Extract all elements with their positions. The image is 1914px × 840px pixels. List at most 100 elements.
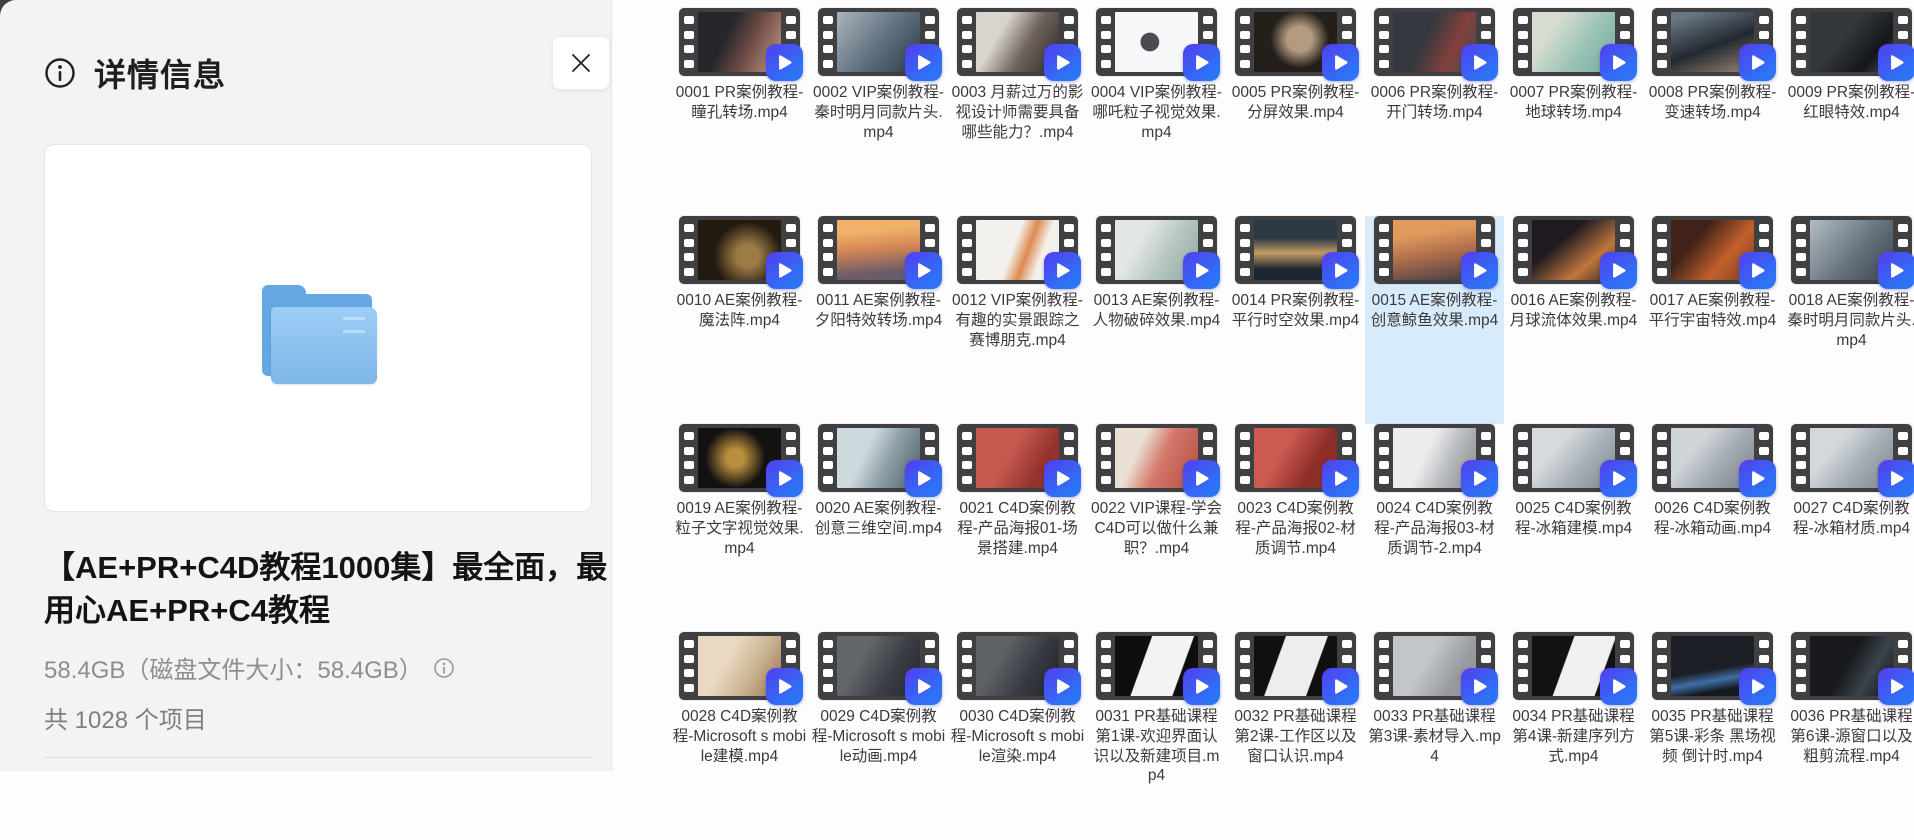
video-item[interactable]: 0012 VIP案例教程-有趣的实景跟踪之赛博朋克.mp4 — [948, 216, 1087, 424]
video-filename: 0017 AE案例教程-平行宇宙特效.mp4 — [1646, 291, 1780, 331]
video-item[interactable]: 0030 C4D案例教程-Microsoft s mobile渲染.mp4 — [948, 632, 1087, 840]
play-badge-icon[interactable] — [1878, 252, 1914, 289]
video-item[interactable]: 0009 PR案例教程-红眼特效.mp4 — [1782, 8, 1914, 216]
video-item[interactable]: 0021 C4D案例教程-产品海报01-场景搭建.mp4 — [948, 424, 1087, 632]
filmstrip-holes-left — [1513, 424, 1532, 492]
video-filename: 0009 PR案例教程-红眼特效.mp4 — [1785, 83, 1914, 123]
filmstrip-holes-left — [1652, 216, 1671, 284]
video-item[interactable]: 0035 PR基础课程第5课-彩条 黑场视频 倒计时.mp4 — [1643, 632, 1782, 840]
play-badge-icon[interactable] — [1044, 252, 1081, 289]
x-icon — [569, 51, 593, 75]
video-item[interactable]: 0026 C4D案例教程-冰箱动画.mp4 — [1643, 424, 1782, 632]
play-badge-icon[interactable] — [1878, 44, 1914, 81]
size-info-icon[interactable] — [433, 657, 455, 679]
play-badge-icon[interactable] — [905, 252, 942, 289]
video-item[interactable]: 0003 月薪过万的影视设计师需要具备哪些能力？.mp4 — [948, 8, 1087, 216]
play-badge-icon[interactable] — [1878, 668, 1914, 705]
play-badge-icon[interactable] — [1044, 668, 1081, 705]
video-item[interactable]: 0002 VIP案例教程-秦时明月同款片头.mp4 — [809, 8, 948, 216]
play-badge-icon[interactable] — [1600, 668, 1637, 705]
play-badge-icon[interactable] — [1739, 460, 1776, 497]
video-item[interactable]: 0027 C4D案例教程-冰箱材质.mp4 — [1782, 424, 1914, 632]
play-badge-icon[interactable] — [766, 668, 803, 705]
video-item[interactable]: 0032 PR基础课程第2课-工作区以及窗口认识.mp4 — [1226, 632, 1365, 840]
video-item[interactable]: 0020 AE案例教程-创意三维空间.mp4 — [809, 424, 948, 632]
filmstrip-holes-left — [957, 632, 976, 700]
video-item[interactable]: 0018 AE案例教程-秦时明月同款片头.mp4 — [1782, 216, 1914, 424]
play-badge-icon[interactable] — [905, 460, 942, 497]
play-badge-icon[interactable] — [1183, 460, 1220, 497]
play-badge-icon[interactable] — [766, 252, 803, 289]
play-badge-icon[interactable] — [1322, 460, 1359, 497]
video-thumbnail — [957, 632, 1078, 700]
video-item[interactable]: 0019 AE案例教程-粒子文字视觉效果.mp4 — [670, 424, 809, 632]
video-thumbnail — [1235, 424, 1356, 492]
video-item[interactable]: 0025 C4D案例教程-冰箱建模.mp4 — [1504, 424, 1643, 632]
play-badge-icon[interactable] — [1044, 460, 1081, 497]
filmstrip-holes-left — [818, 216, 837, 284]
video-item[interactable]: 0023 C4D案例教程-产品海报02-材质调节.mp4 — [1226, 424, 1365, 632]
play-badge-icon[interactable] — [1183, 44, 1220, 81]
filmstrip-holes-left — [679, 424, 698, 492]
video-item[interactable]: 0005 PR案例教程-分屏效果.mp4 — [1226, 8, 1365, 216]
video-thumbnail — [1096, 632, 1217, 700]
video-item[interactable]: 0029 C4D案例教程-Microsoft s mobile动画.mp4 — [809, 632, 948, 840]
play-badge-icon[interactable] — [1461, 252, 1498, 289]
video-item[interactable]: 0014 PR案例教程-平行时空效果.mp4 — [1226, 216, 1365, 424]
video-thumbnail — [1652, 8, 1773, 76]
video-item[interactable]: 0007 PR案例教程-地球转场.mp4 — [1504, 8, 1643, 216]
video-thumbnail — [1235, 8, 1356, 76]
play-badge-icon[interactable] — [905, 668, 942, 705]
video-item[interactable]: 0016 AE案例教程-月球流体效果.mp4 — [1504, 216, 1643, 424]
play-badge-icon[interactable] — [1461, 44, 1498, 81]
video-item[interactable]: 0017 AE案例教程-平行宇宙特效.mp4 — [1643, 216, 1782, 424]
video-item[interactable]: 0033 PR基础课程第3课-素材导入.mp4 — [1365, 632, 1504, 840]
play-badge-icon[interactable] — [1461, 460, 1498, 497]
video-item[interactable]: 0028 C4D案例教程-Microsoft s mobile建模.mp4 — [670, 632, 809, 840]
video-item[interactable]: 0010 AE案例教程-魔法阵.mp4 — [670, 216, 809, 424]
video-item[interactable]: 0011 AE案例教程-夕阳特效转场.mp4 — [809, 216, 948, 424]
play-badge-icon[interactable] — [1739, 668, 1776, 705]
play-badge-icon[interactable] — [1322, 668, 1359, 705]
details-panel: 详情信息 【AE+PR+C4D教程1000集】最全面，最用心AE+PR+C4教程… — [0, 0, 612, 771]
play-badge-icon[interactable] — [1600, 460, 1637, 497]
play-badge-icon[interactable] — [1461, 668, 1498, 705]
video-item[interactable]: 0013 AE案例教程-人物破碎效果.mp4 — [1087, 216, 1226, 424]
play-badge-icon[interactable] — [766, 44, 803, 81]
video-item[interactable]: 0034 PR基础课程第4课-新建序列方式.mp4 — [1504, 632, 1643, 840]
play-badge-icon[interactable] — [1739, 252, 1776, 289]
video-item[interactable]: 0015 AE案例教程-创意鲸鱼效果.mp4 — [1365, 216, 1504, 424]
video-item[interactable]: 0024 C4D案例教程-产品海报03-材质调节-2.mp4 — [1365, 424, 1504, 632]
play-badge-icon[interactable] — [1878, 460, 1914, 497]
play-badge-icon[interactable] — [1322, 252, 1359, 289]
video-thumbnail — [1513, 424, 1634, 492]
video-item[interactable]: 0022 VIP课程-学会C4D可以做什么兼职？.mp4 — [1087, 424, 1226, 632]
video-thumbnail — [1235, 216, 1356, 284]
video-filename: 0008 PR案例教程-变速转场.mp4 — [1646, 83, 1780, 123]
play-badge-icon[interactable] — [1183, 252, 1220, 289]
video-filename: 0005 PR案例教程-分屏效果.mp4 — [1229, 83, 1363, 123]
video-item[interactable]: 0036 PR基础课程第6课-源窗口以及粗剪流程.mp4 — [1782, 632, 1914, 840]
play-badge-icon[interactable] — [766, 460, 803, 497]
video-filename: 0020 AE案例教程-创意三维空间.mp4 — [812, 499, 946, 539]
play-badge-icon[interactable] — [1739, 44, 1776, 81]
blue-folder-icon — [259, 290, 377, 384]
play-badge-icon[interactable] — [1322, 44, 1359, 81]
play-badge-icon[interactable] — [905, 44, 942, 81]
folder-title: 【AE+PR+C4D教程1000集】最全面，最用心AE+PR+C4教程 — [44, 546, 610, 632]
filmstrip-holes-left — [1374, 216, 1393, 284]
video-item[interactable]: 0004 VIP案例教程-哪吒粒子视觉效果.mp4 — [1087, 8, 1226, 216]
video-filename: 0007 PR案例教程-地球转场.mp4 — [1507, 83, 1641, 123]
play-badge-icon[interactable] — [1044, 44, 1081, 81]
play-badge-icon[interactable] — [1600, 252, 1637, 289]
video-item[interactable]: 0031 PR基础课程第1课-欢迎界面认识以及新建项目.mp4 — [1087, 632, 1226, 840]
play-badge-icon[interactable] — [1600, 44, 1637, 81]
video-item[interactable]: 0008 PR案例教程-变速转场.mp4 — [1643, 8, 1782, 216]
video-item[interactable]: 0006 PR案例教程-开门转场.mp4 — [1365, 8, 1504, 216]
play-badge-icon[interactable] — [1183, 668, 1220, 705]
video-thumbnail — [1791, 8, 1912, 76]
close-button[interactable] — [552, 36, 610, 90]
video-filename: 0018 AE案例教程-秦时明月同款片头.mp4 — [1785, 291, 1914, 350]
video-item[interactable]: 0001 PR案例教程-瞳孔转场.mp4 — [670, 8, 809, 216]
filmstrip-holes-left — [679, 632, 698, 700]
